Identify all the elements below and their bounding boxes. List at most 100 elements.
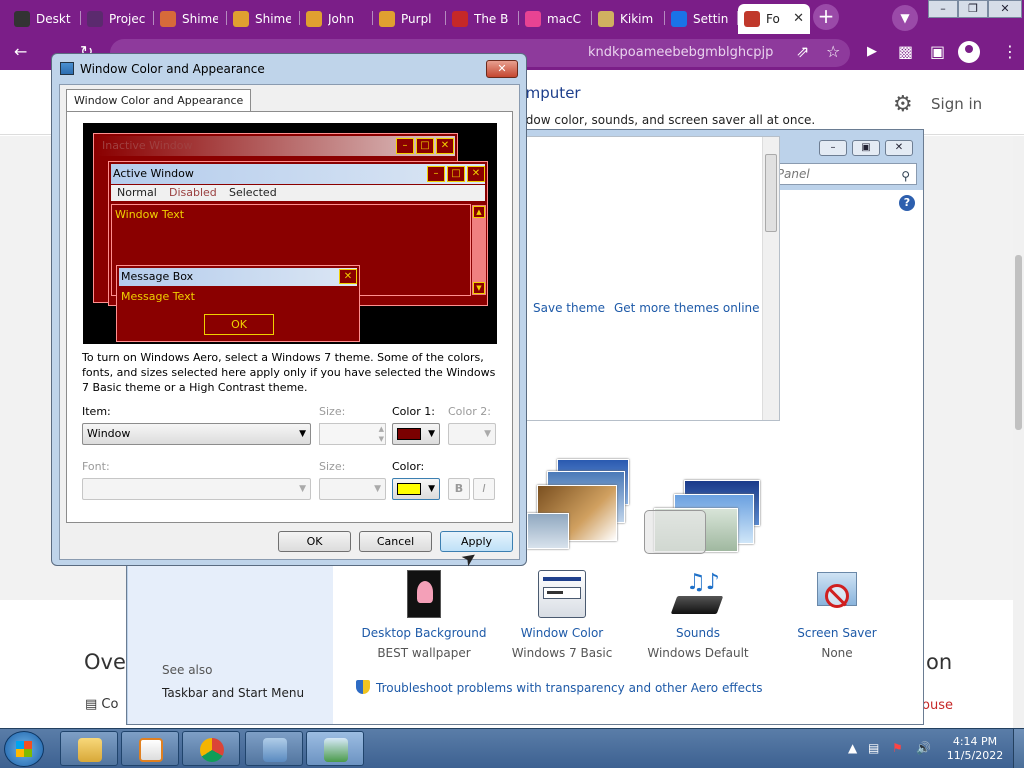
browser-tab[interactable]: Purpl <box>373 4 443 34</box>
taskbar-media-player[interactable] <box>121 731 179 766</box>
tab-window-color[interactable]: Window Color and Appearance <box>66 89 252 112</box>
clock-date: 11/5/2022 <box>946 749 1004 762</box>
close-tab-icon[interactable]: ✕ <box>793 11 804 26</box>
appearance-preview[interactable]: Inactive Window – □ ✕ Active Window – □ … <box>83 123 497 344</box>
taskbar-start-menu-link[interactable]: Taskbar and Start Menu <box>162 686 304 700</box>
troubleshoot-link-label: Troubleshoot problems with transparency … <box>376 681 763 695</box>
save-theme-link[interactable]: Save theme <box>533 301 605 315</box>
browser-tab[interactable]: Kikim <box>592 4 662 34</box>
ok-button[interactable]: OK <box>278 531 351 552</box>
browser-tab[interactable]: macC <box>519 4 589 34</box>
puzzle-icon <box>525 11 541 27</box>
taskbar-explorer[interactable] <box>60 731 118 766</box>
desktop-background-item[interactable]: Desktop Background BEST wallpaper <box>354 570 494 660</box>
theme-thumbnail-1[interactable] <box>527 455 647 550</box>
browser-tab[interactable]: Shime <box>154 4 224 34</box>
tab-search-button[interactable]: ▼ <box>892 5 918 31</box>
window-color-item[interactable]: Window Color Windows 7 Basic <box>492 570 632 660</box>
browser-tab[interactable]: Projec <box>81 4 151 34</box>
bookmark-star-icon[interactable]: ☆ <box>826 43 840 61</box>
more-themes-link[interactable]: Get more themes online <box>614 301 760 315</box>
start-button[interactable] <box>4 731 44 767</box>
preview-menu-disabled: Disabled <box>169 186 217 199</box>
bold-button[interactable]: B <box>448 478 470 500</box>
theme-scroll-thumb[interactable] <box>765 154 777 232</box>
browser-tab-label: John <box>328 12 355 26</box>
browser-tab-label: Fo <box>766 12 780 26</box>
action-center-icon[interactable]: ⚑ <box>892 741 903 755</box>
preview-message-box: Message Box ✕ Message Text OK <box>116 265 360 342</box>
chrome-icon <box>200 738 224 762</box>
volume-icon[interactable]: 🔊 <box>916 741 931 755</box>
web-icon <box>744 11 760 27</box>
overview-heading: Ove <box>84 650 126 674</box>
cp-maximize-button[interactable]: ▣ <box>852 140 880 156</box>
side-panel-icon[interactable]: ▣ <box>930 43 945 61</box>
close-button[interactable]: ✕ <box>988 0 1022 18</box>
clock[interactable]: 4:14 PM 11/5/2022 <box>945 735 1005 763</box>
color1-label: Color 1: <box>392 405 435 418</box>
screen-saver-item[interactable]: Screen Saver None <box>767 570 907 660</box>
spinner-arrows-icon[interactable]: ▲ ▼ <box>379 424 384 444</box>
profile-avatar[interactable] <box>958 41 980 63</box>
apply-button[interactable]: Apply <box>440 531 513 552</box>
cancel-button[interactable]: Cancel <box>359 531 432 552</box>
back-arrow-icon[interactable]: ← <box>14 43 27 61</box>
window-color-title: Window Color <box>520 626 604 640</box>
size-label: Size: <box>319 405 346 418</box>
heading-fragment: on <box>926 650 953 674</box>
project-icon <box>87 11 103 27</box>
mouse-link[interactable]: ouse <box>922 698 953 713</box>
item-select[interactable]: Window ▼ <box>82 423 311 445</box>
extensions-puzzle-icon[interactable]: ▩ <box>898 43 913 61</box>
browser-tab[interactable]: John <box>300 4 370 34</box>
browser-tab[interactable]: Fo ✕ <box>738 4 810 34</box>
size-spinner[interactable]: ▲ ▼ <box>319 423 386 445</box>
theme-thumbnail-2[interactable] <box>644 480 768 554</box>
italic-button[interactable]: I <box>473 478 495 500</box>
new-tab-button[interactable]: + <box>813 4 839 30</box>
color1-swatch <box>397 428 421 440</box>
taskbar-window-color[interactable] <box>306 731 364 766</box>
laptop-icon: ▤ <box>85 697 102 712</box>
preview-maximize-icon: □ <box>416 138 434 154</box>
cp-close-button[interactable]: ✕ <box>885 140 913 156</box>
browser-tab[interactable]: The B <box>446 4 516 34</box>
network-icon[interactable]: ▤ <box>868 741 879 755</box>
taskbar-control-panel[interactable] <box>245 731 303 766</box>
monkey-icon <box>306 11 322 27</box>
taskbar-chrome[interactable] <box>182 731 240 766</box>
browser-tab[interactable]: Deskt <box>8 4 78 34</box>
browser-tab[interactable]: Shime <box>227 4 297 34</box>
font-size-select[interactable]: ▼ <box>319 478 386 500</box>
screen-saver-icon <box>813 570 861 618</box>
font-color-label: Color: <box>392 460 425 473</box>
color2-picker[interactable]: ▼ <box>448 423 496 445</box>
more-menu-icon[interactable]: ⋮ <box>1002 43 1018 61</box>
chevron-down-icon: ▼ <box>299 484 306 494</box>
show-hidden-icons-icon[interactable]: ▲ <box>848 741 857 755</box>
media-play-icon[interactable]: ▶ <box>867 43 877 61</box>
sign-in-link[interactable]: Sign in <box>931 95 982 113</box>
color1-picker[interactable]: ▼ <box>392 423 440 445</box>
share-icon[interactable]: ⇗ <box>796 43 809 61</box>
dialog-close-button[interactable]: ✕ <box>486 60 518 78</box>
font-select[interactable]: ▼ <box>82 478 311 500</box>
maximize-button[interactable]: ❐ <box>958 0 988 18</box>
font-color-picker[interactable]: ▼ <box>392 478 440 500</box>
sounds-item[interactable]: ♫♪ Sounds Windows Default <box>628 570 768 660</box>
chevron-down-icon: ▼ <box>428 429 435 439</box>
preview-message-close-icon: ✕ <box>339 269 357 284</box>
theme-list-scrollbar[interactable] <box>762 137 779 420</box>
screen-saver-sub: None <box>821 646 853 660</box>
page-scrollbar[interactable] <box>1013 136 1024 728</box>
settings-gear-icon[interactable]: ⚙ <box>893 92 913 117</box>
minimize-button[interactable]: – <box>928 0 958 18</box>
cp-minimize-button[interactable]: – <box>819 140 847 156</box>
troubleshoot-link[interactable]: Troubleshoot problems with transparency … <box>356 680 763 695</box>
help-icon[interactable]: ? <box>899 195 915 211</box>
show-desktop-button[interactable] <box>1013 729 1024 768</box>
font-label: Font: <box>82 460 110 473</box>
browser-tab[interactable]: Settin <box>665 4 735 34</box>
page-scrollbar-thumb[interactable] <box>1015 255 1022 430</box>
